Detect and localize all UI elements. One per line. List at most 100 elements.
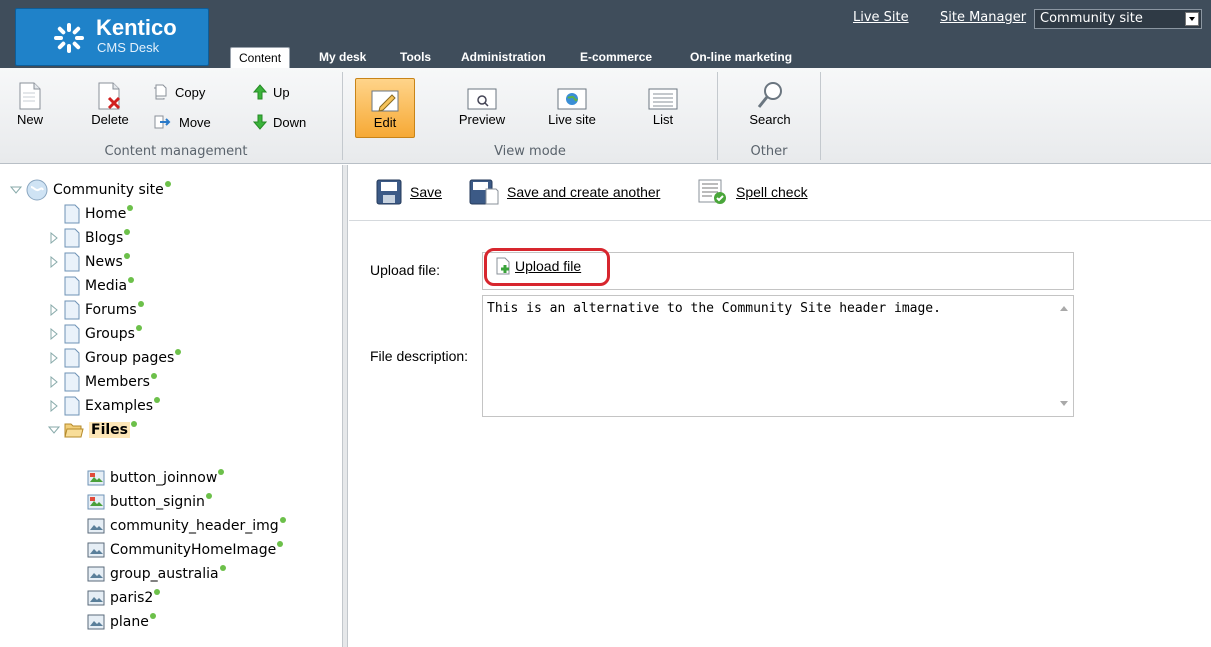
published-status-icon: [123, 253, 130, 259]
site-manager-link[interactable]: Site Manager: [940, 10, 1026, 25]
document-icon: [64, 228, 80, 248]
edit-actions-bar: Save Save and create another Spell check: [349, 165, 1211, 221]
document-icon: [64, 348, 80, 368]
chevron-down-icon: [1185, 12, 1199, 26]
published-status-icon: [218, 469, 225, 475]
arrow-down-icon: [252, 114, 268, 130]
spell-check-button[interactable]: Spell check: [698, 179, 808, 205]
image-file-icon: [87, 518, 105, 534]
tree-child-community-home-image[interactable]: CommunityHomeImage: [87, 538, 284, 562]
tree-item-label: News: [85, 254, 123, 270]
kentico-logo[interactable]: Kentico CMS Desk: [15, 8, 209, 66]
delete-document-icon: [98, 82, 121, 110]
site-selector[interactable]: Community site: [1034, 9, 1202, 29]
upload-file-label: Upload file:: [370, 262, 441, 278]
live-site-button[interactable]: Live site: [540, 88, 604, 127]
tree-item-news[interactable]: News: [48, 250, 130, 274]
document-icon: [64, 372, 80, 392]
tree-item-label: Media: [85, 278, 128, 294]
pane-splitter[interactable]: [342, 165, 348, 647]
preview-button[interactable]: Preview: [454, 88, 510, 127]
published-status-icon: [279, 517, 286, 523]
tree-item-home[interactable]: Home: [64, 202, 134, 226]
tree-item-groups[interactable]: Groups: [48, 322, 142, 346]
main-toolbar: New Delete Copy Move Up Down Content man…: [0, 68, 1211, 164]
textarea-scrollbar[interactable]: [1055, 296, 1073, 416]
tree-item-members[interactable]: Members: [48, 370, 157, 394]
file-description-label: File description:: [370, 348, 469, 364]
tab-online-marketing[interactable]: On-line marketing: [690, 47, 792, 68]
tree-item-files[interactable]: Files: [48, 418, 137, 442]
tree-item-blogs[interactable]: Blogs: [48, 226, 131, 250]
search-button[interactable]: Search: [744, 80, 796, 127]
save-and-create-icon: [469, 179, 499, 205]
published-status-icon: [131, 421, 137, 427]
copy-button[interactable]: Copy: [153, 84, 205, 100]
copy-label: Copy: [175, 85, 206, 100]
delete-button[interactable]: Delete: [86, 82, 134, 127]
move-button[interactable]: Move: [153, 114, 211, 130]
published-status-icon: [128, 277, 135, 283]
tree-item-label: Group pages: [85, 350, 175, 366]
preview-label: Preview: [458, 112, 506, 127]
scroll-up-icon: [1060, 306, 1068, 311]
collapse-arrow-icon: [48, 426, 60, 434]
upload-file-button-label: Upload file: [515, 258, 582, 274]
expand-arrow-icon: [50, 328, 58, 340]
tree-item-examples[interactable]: Examples: [48, 394, 161, 418]
tree-root-community-site[interactable]: Community site: [10, 178, 171, 202]
save-and-create-another-button[interactable]: Save and create another: [469, 179, 660, 205]
tree-child-button-joinnow[interactable]: button_joinnow: [87, 466, 225, 490]
edit-button[interactable]: Edit: [355, 78, 415, 138]
content-management-label: Content management: [104, 144, 248, 159]
toolbar-divider: [342, 72, 343, 160]
image-file-icon: [87, 542, 105, 558]
collapse-arrow-icon: [10, 186, 22, 194]
document-icon: [64, 324, 80, 344]
tab-administration[interactable]: Administration: [461, 47, 546, 68]
up-button[interactable]: Up: [252, 84, 290, 100]
expand-arrow-icon: [50, 376, 58, 388]
save-button[interactable]: Save: [376, 179, 442, 205]
published-status-icon: [124, 229, 131, 235]
expand-arrow-icon: [50, 232, 58, 244]
up-label: Up: [273, 85, 290, 100]
document-icon: [64, 396, 80, 416]
published-status-icon: [135, 325, 142, 331]
tab-content[interactable]: Content: [230, 47, 291, 68]
tree-child-community-header-img[interactable]: community_header_img: [87, 514, 286, 538]
live-site-link[interactable]: Live Site: [853, 10, 909, 25]
tab-my-desk[interactable]: My desk: [319, 47, 366, 68]
tab-tools[interactable]: Tools: [400, 47, 431, 68]
tree-item-forums[interactable]: Forums: [48, 298, 144, 322]
tree-item-label: Forums: [85, 302, 137, 318]
app-header: Kentico CMS Desk Content My desk Tools A…: [0, 0, 1211, 68]
content-tree: Community site Home Blogs News Media For…: [0, 165, 342, 647]
tree-item-label: Members: [85, 374, 150, 390]
down-button[interactable]: Down: [252, 114, 306, 130]
new-button[interactable]: New: [12, 82, 48, 127]
tree-child-button-signin[interactable]: button_signin: [87, 490, 212, 514]
tree-item-label: Blogs: [85, 230, 124, 246]
published-status-icon: [175, 349, 182, 355]
tree-item-label: button_joinnow: [110, 470, 218, 486]
upload-file-button[interactable]: Upload file: [484, 248, 610, 286]
tab-ecommerce[interactable]: E-commerce: [580, 47, 652, 68]
document-icon: [64, 252, 80, 272]
globe-icon: [26, 179, 48, 201]
spell-check-label: Spell check: [736, 184, 808, 200]
tree-child-paris2[interactable]: paris2: [87, 586, 161, 610]
list-button[interactable]: List: [641, 88, 685, 127]
tree-item-label: plane: [110, 614, 149, 630]
published-status-icon: [277, 541, 284, 547]
tree-item-media[interactable]: Media: [64, 274, 135, 298]
tree-child-plane[interactable]: plane: [87, 610, 156, 634]
published-status-icon: [154, 589, 161, 595]
edit-label: Edit: [373, 115, 397, 130]
document-icon: [64, 300, 80, 320]
tree-item-label: Home: [85, 206, 127, 222]
file-description-textarea[interactable]: This is an alternative to the Community …: [482, 295, 1074, 417]
delete-label: Delete: [91, 112, 129, 127]
tree-item-group-pages[interactable]: Group pages: [48, 346, 182, 370]
tree-child-group-australia[interactable]: group_australia: [87, 562, 226, 586]
